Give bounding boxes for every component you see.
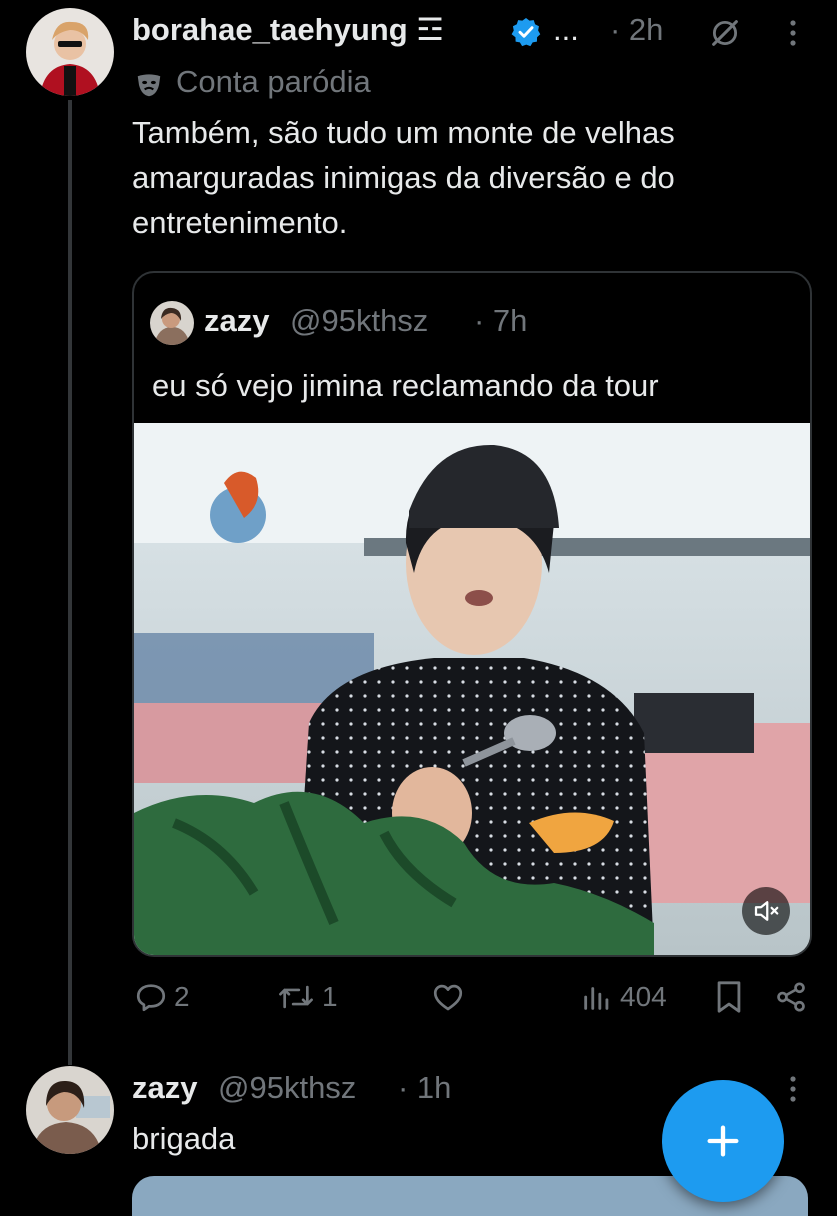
grok-icon[interactable] <box>708 16 742 55</box>
tweet-text: Também, são tudo um monte de velhas amar… <box>132 115 675 240</box>
quoted-timestamp[interactable]: · 7h <box>474 303 527 339</box>
retweet-button[interactable]: 1 <box>276 980 338 1014</box>
reply-tweet-text: brigada <box>132 1121 236 1156</box>
reply-icon <box>136 984 166 1012</box>
reply-display-name[interactable]: zazy <box>132 1070 197 1106</box>
quoted-display-name[interactable]: zazy <box>204 303 269 339</box>
quoted-tweet-text: eu só vejo jimina reclamando da tour <box>152 368 659 403</box>
reply-avatar[interactable] <box>26 1066 114 1154</box>
name-ellipsis: ... <box>553 12 579 47</box>
tweet-timestamp[interactable]: · 2h <box>610 12 663 48</box>
quoted-video-player[interactable] <box>134 423 810 955</box>
plus-icon <box>707 1125 739 1157</box>
thread-connector-line <box>68 100 72 1065</box>
parody-mask-icon <box>134 70 164 105</box>
compose-button[interactable] <box>662 1080 784 1202</box>
views-count: 404 <box>620 981 667 1012</box>
views-button[interactable]: 404 <box>580 980 667 1014</box>
more-vertical-icon[interactable] <box>786 18 800 53</box>
share-icon[interactable] <box>774 980 808 1019</box>
views-bar-icon <box>584 987 609 1010</box>
retweet-icon <box>279 985 313 1009</box>
reply-button[interactable]: 2 <box>134 980 190 1014</box>
video-frame <box>134 423 810 955</box>
reply-handle[interactable]: @95kthsz <box>218 1070 356 1106</box>
author-name-emoji: ☲ <box>416 12 445 47</box>
quoted-avatar[interactable] <box>150 301 194 345</box>
quoted-handle[interactable]: @95kthsz <box>290 303 428 339</box>
bookmark-icon[interactable] <box>714 980 744 1019</box>
heart-icon[interactable] <box>430 980 466 1019</box>
author-name-text: borahae_taehyung <box>132 12 408 47</box>
retweet-count: 1 <box>322 981 338 1012</box>
reply-count: 2 <box>174 981 190 1012</box>
avatar[interactable] <box>26 8 114 96</box>
more-vertical-icon[interactable] <box>786 1074 800 1109</box>
verified-badge-icon <box>510 16 542 53</box>
mute-icon[interactable] <box>742 887 790 935</box>
reply-timestamp[interactable]: · 1h <box>398 1070 451 1106</box>
parody-label: Conta paródia <box>176 64 371 99</box>
quoted-tweet-card[interactable]: zazy @95kthsz · 7h eu só vejo jimina rec… <box>132 271 812 957</box>
author-display-name[interactable]: borahae_taehyung ☲ <box>132 12 444 48</box>
